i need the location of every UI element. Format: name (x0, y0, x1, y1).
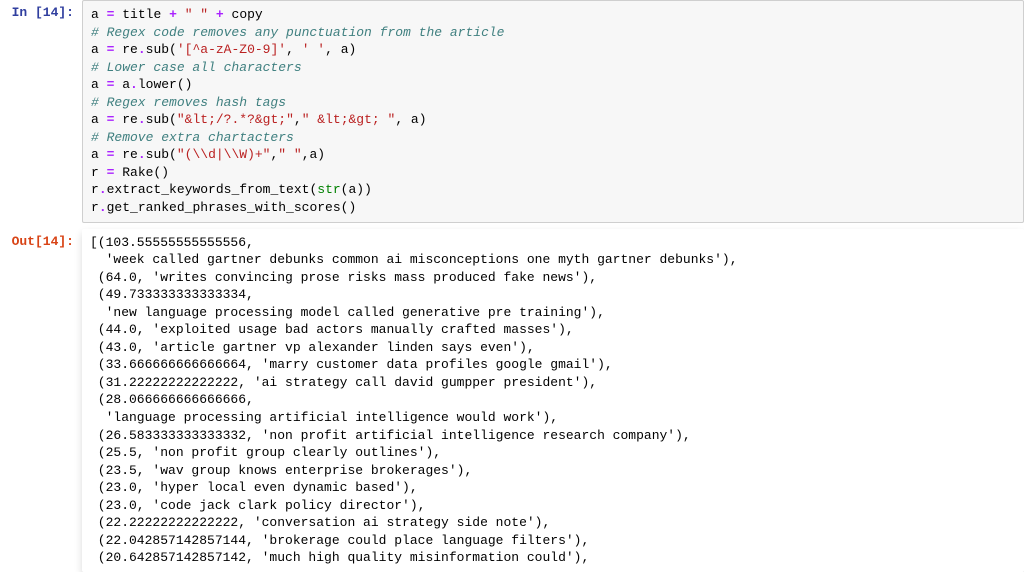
output-prompt: Out[14]: (0, 229, 82, 254)
code-input-area[interactable]: a = title + " " + copy # Regex code remo… (82, 0, 1024, 223)
output-text: [(103.55555555555556, 'week called gartn… (90, 234, 1016, 567)
output-cell: Out[14]: [(103.55555555555556, 'week cal… (0, 229, 1024, 572)
code-output-area: [(103.55555555555556, 'week called gartn… (82, 229, 1024, 572)
input-cell: In [14]: a = title + " " + copy # Regex … (0, 0, 1024, 223)
code-source[interactable]: a = title + " " + copy # Regex code remo… (91, 6, 1015, 217)
input-prompt: In [14]: (0, 0, 82, 25)
